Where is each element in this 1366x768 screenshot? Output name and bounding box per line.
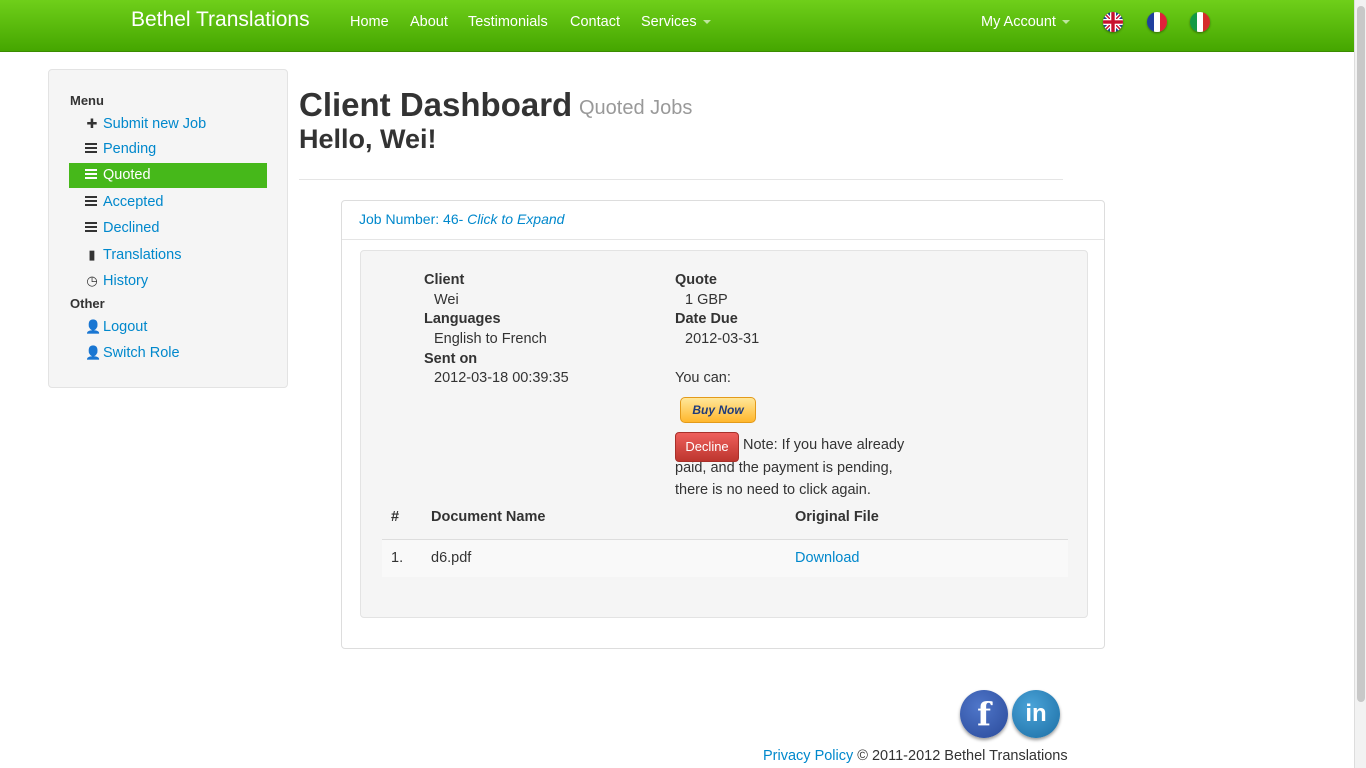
facebook-icon[interactable]: f bbox=[960, 690, 1008, 738]
date-due-label: Date Due bbox=[675, 311, 738, 327]
sidebar-menu: Menu ✚ Submit new Job Pending Quoted Acce… bbox=[48, 69, 288, 388]
table-header-number: # bbox=[391, 509, 400, 525]
you-can-label: You can: bbox=[675, 370, 731, 386]
sidebar-item-logout[interactable]: 👤 Logout bbox=[69, 314, 267, 339]
nav-home[interactable]: Home bbox=[350, 14, 389, 30]
copyright: © 2011-2012 Bethel Translations bbox=[857, 748, 1068, 764]
greeting: Hello, Wei! bbox=[299, 124, 437, 154]
table-header-original-file: Original File bbox=[795, 509, 879, 525]
list-icon bbox=[85, 196, 97, 207]
decline-button[interactable]: Decline bbox=[675, 432, 739, 462]
client-value: Wei bbox=[434, 292, 459, 308]
other-header: Other bbox=[70, 296, 105, 311]
plus-icon: ✚ bbox=[86, 116, 98, 131]
languages-label: Languages bbox=[424, 311, 501, 327]
sidebar-item-label: Translations bbox=[103, 247, 182, 263]
sidebar-item-accepted[interactable]: Accepted bbox=[69, 190, 267, 215]
footer: Privacy Policy © 2011-2012 Bethel Transl… bbox=[763, 748, 1068, 764]
page-title: Client Dashboard bbox=[299, 86, 573, 123]
menu-header: Menu bbox=[70, 93, 104, 108]
uk-flag-icon[interactable] bbox=[1103, 12, 1123, 32]
table-header-document-name: Document Name bbox=[431, 509, 546, 525]
sidebar-item-label: Quoted bbox=[103, 167, 151, 183]
sidebar-item-label: Declined bbox=[103, 220, 160, 236]
sidebar-item-label: History bbox=[103, 273, 149, 289]
job-details: Client Wei Languages English to French S… bbox=[360, 250, 1088, 618]
job-number: Job Number: 46- bbox=[359, 211, 468, 227]
italy-flag-icon[interactable] bbox=[1190, 12, 1210, 32]
expand-link[interactable]: Click to Expand bbox=[467, 211, 564, 227]
sidebar-item-history[interactable]: ◷ History bbox=[69, 268, 267, 293]
list-icon bbox=[85, 169, 97, 180]
privacy-policy-link[interactable]: Privacy Policy bbox=[763, 748, 853, 764]
sidebar-item-label: Accepted bbox=[103, 194, 164, 210]
job-panel-header[interactable]: Job Number: 46- Click to Expand bbox=[342, 201, 1104, 240]
list-icon bbox=[85, 222, 97, 233]
user-icon: 👤 bbox=[85, 345, 102, 360]
page-subtitle: Quoted Jobs bbox=[579, 97, 693, 119]
user-icon: 👤 bbox=[85, 319, 102, 334]
languages-value: English to French bbox=[434, 331, 547, 347]
quote-value: 1 GBP bbox=[685, 292, 728, 308]
row-document-name: d6.pdf bbox=[431, 550, 472, 566]
nav-account-label: My Account bbox=[981, 14, 1056, 30]
sent-on-value: 2012-03-18 00:39:35 bbox=[434, 370, 569, 386]
nav-about[interactable]: About bbox=[410, 14, 448, 30]
sidebar-item-submit-new-job[interactable]: ✚ Submit new Job bbox=[69, 111, 267, 136]
nav-my-account-dropdown[interactable]: My Account bbox=[981, 14, 1070, 30]
clock-icon: ◷ bbox=[86, 273, 98, 288]
nav-contact[interactable]: Contact bbox=[570, 14, 620, 30]
file-icon: ▮ bbox=[88, 247, 96, 262]
top-navbar: Bethel Translations Home About Testimoni… bbox=[0, 0, 1354, 52]
brand-link[interactable]: Bethel Translations bbox=[131, 8, 310, 32]
caret-down-icon bbox=[1061, 20, 1070, 25]
linkedin-icon[interactable]: in bbox=[1012, 690, 1060, 738]
scrollbar-thumb[interactable] bbox=[1357, 6, 1365, 702]
nav-testimonials[interactable]: Testimonials bbox=[468, 14, 548, 30]
sidebar-item-switch-role[interactable]: 👤 Switch Role bbox=[69, 340, 267, 365]
sidebar-item-declined[interactable]: Declined bbox=[69, 216, 267, 241]
sidebar-item-pending[interactable]: Pending bbox=[69, 137, 267, 162]
sidebar-item-label: Submit new Job bbox=[103, 116, 207, 132]
table-row: 1. d6.pdf Download bbox=[382, 539, 1068, 577]
divider bbox=[299, 179, 1063, 180]
buy-now-button[interactable]: Buy Now bbox=[680, 397, 756, 423]
row-number: 1. bbox=[391, 550, 404, 566]
nav-services-dropdown[interactable]: Services bbox=[641, 14, 711, 30]
france-flag-icon[interactable] bbox=[1147, 12, 1167, 32]
sidebar-item-label: Switch Role bbox=[103, 345, 180, 361]
vertical-scrollbar[interactable] bbox=[1354, 0, 1366, 768]
download-link[interactable]: Download bbox=[795, 550, 860, 566]
caret-down-icon bbox=[702, 20, 711, 25]
list-icon bbox=[85, 143, 97, 154]
sidebar-item-translations[interactable]: ▮ Translations bbox=[69, 242, 267, 267]
sidebar-item-label: Logout bbox=[103, 319, 148, 335]
client-label: Client bbox=[424, 272, 465, 288]
sidebar-item-label: Pending bbox=[103, 141, 157, 157]
job-panel: Job Number: 46- Click to Expand Client W… bbox=[341, 200, 1105, 649]
sent-on-label: Sent on bbox=[424, 351, 478, 367]
nav-services-label: Services bbox=[641, 14, 697, 30]
date-due-value: 2012-03-31 bbox=[685, 331, 760, 347]
quote-label: Quote bbox=[675, 272, 717, 288]
sidebar-item-quoted[interactable]: Quoted bbox=[69, 163, 267, 188]
